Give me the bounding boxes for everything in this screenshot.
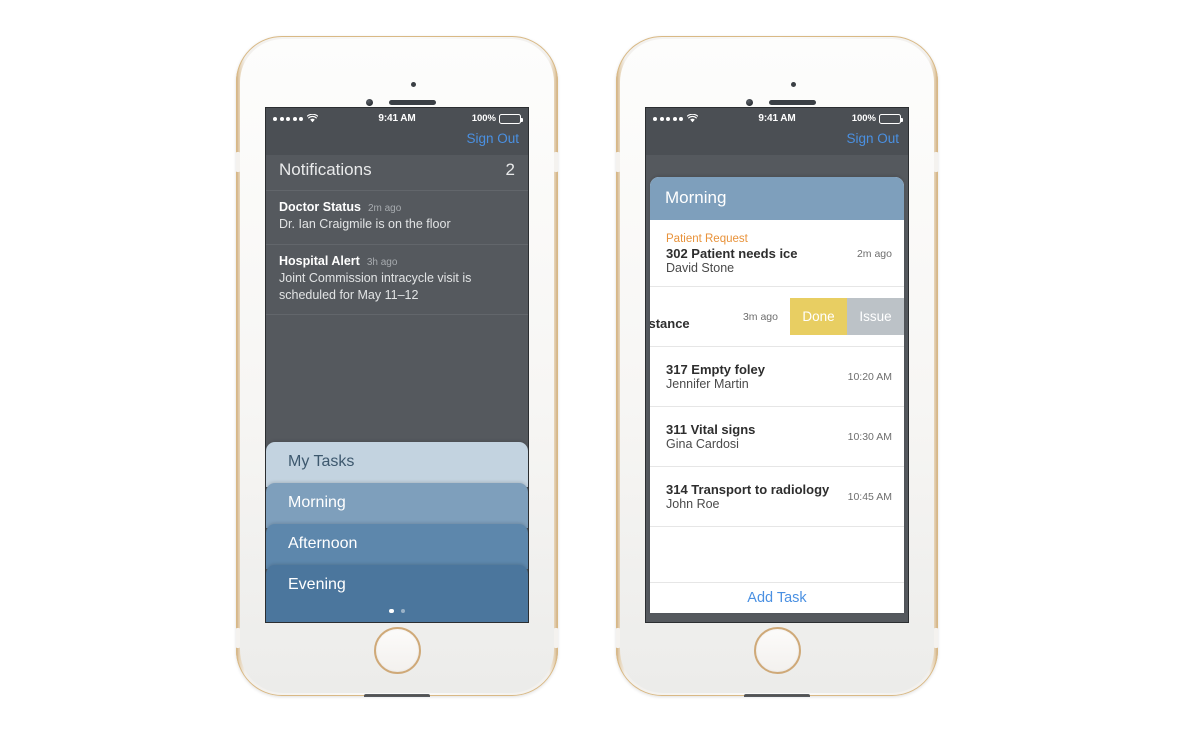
proximity-sensor-icon [791,82,796,87]
page-dot[interactable] [400,608,405,613]
task-row[interactable]: 317 Empty foley Jennifer Martin 10:20 AM [650,347,904,407]
task-card-afternoon[interactable]: Afternoon [266,524,528,569]
battery-percent-label: 100% [851,113,876,124]
notifications-header: Notifications 2 [266,155,528,191]
bottom-speaker-icon [364,694,430,697]
task-content: Patient Request 302 Patient needs ice Da… [666,233,845,275]
task-list-title: Morning [650,177,904,220]
front-camera-icon [746,99,753,106]
status-bar: 9:41 AM 100% [266,108,528,129]
task-list-body[interactable]: Patient Request 302 Patient needs ice Da… [650,222,904,582]
front-camera-icon [366,99,373,106]
antenna-band [616,152,620,172]
notification-item[interactable]: Hospital Alert 3h ago Joint Commission i… [266,245,528,316]
task-description: 302 Patient needs ice [666,246,798,261]
notification-item[interactable]: Doctor Status 2m ago Dr. Ian Craigmile i… [266,191,528,245]
antenna-band [934,152,938,172]
task-description: m assistance [650,315,690,331]
task-content: 311 Vital signs Gina Cardosi [666,422,836,451]
page-indicator [266,608,528,613]
earpiece-speaker-icon [389,100,436,105]
task-card-label: My Tasks [288,453,355,470]
notification-meta: Doctor Status 2m ago [279,200,515,214]
task-list-card: Morning Patient Request 302 Patient need… [650,177,904,613]
task-row-swiped[interactable]: uest m assistance 3m ago Done Issue [650,287,904,347]
screen-right: 9:41 AM 100% Sign Out Morning Patient Re… [645,107,909,623]
task-patient-name: Gina Cardosi [666,437,739,451]
battery-icon [879,113,903,124]
task-content: 317 Empty foley Jennifer Martin [666,362,836,391]
notification-count-badge: 2 [505,160,515,179]
antenna-band [554,152,558,172]
task-card-label: Morning [288,494,346,511]
home-button[interactable] [373,627,421,674]
task-content: uest m assistance 3m ago [650,303,790,331]
bottom-speaker-icon [744,694,810,697]
sign-out-button[interactable]: Sign Out [466,131,519,146]
antenna-band [934,628,938,648]
sign-out-button[interactable]: Sign Out [846,131,899,146]
task-list-screen: Morning Patient Request 302 Patient need… [646,155,908,622]
battery-percent-label: 100% [471,113,496,124]
status-bar-right: 100% [471,113,523,124]
iphone-device-left: 9:41 AM 100% Sign Out Notifications 2 Do… [236,36,558,697]
task-content: 314 Transport to radiology John Roe [666,482,836,511]
task-card-label: Evening [288,576,346,593]
task-row[interactable]: 311 Vital signs Gina Cardosi 10:30 AM [650,407,904,467]
notification-body: Dr. Ian Craigmile is on the floor [279,217,451,231]
task-timestamp: 2m ago [856,248,892,260]
task-card-evening[interactable]: Evening [266,565,528,622]
notification-meta: Hospital Alert 3h ago [279,254,515,268]
page-dot-active[interactable] [389,608,394,613]
task-row[interactable]: 314 Transport to radiology John Roe 10:4… [650,467,904,527]
task-row[interactable]: Patient Request 302 Patient needs ice Da… [650,222,904,287]
notification-timestamp: 3h ago [366,256,398,268]
sign-out-bar: Sign Out [266,129,528,155]
task-timestamp: 10:45 AM [847,490,892,503]
notification-source: Hospital Alert [279,253,360,268]
notification-timestamp: 2m ago [367,203,402,214]
task-card-my-tasks[interactable]: My Tasks [266,442,528,487]
task-patient-name: John Roe [666,497,720,511]
task-description: 314 Transport to radiology [666,482,830,497]
task-kind-label: uest [650,303,731,315]
task-card-stack: My Tasks Morning Afternoon Evening [266,442,528,622]
task-timestamp: 3m ago [742,310,778,323]
task-description: 317 Empty foley [666,362,765,377]
antenna-band [616,628,620,648]
task-card-morning[interactable]: Morning [266,483,528,528]
task-timestamp: 10:20 AM [847,370,892,383]
antenna-band [554,628,558,648]
done-button[interactable]: Done [790,298,847,335]
screen-left: 9:41 AM 100% Sign Out Notifications 2 Do… [265,107,529,623]
task-kind-label: Patient Request [666,233,748,245]
iphone-device-right: 9:41 AM 100% Sign Out Morning Patient Re… [616,36,938,697]
task-patient-name: Jennifer Martin [666,377,749,391]
battery-icon [499,113,523,124]
home-button[interactable] [753,627,801,674]
antenna-band [236,628,240,648]
sign-out-bar: Sign Out [646,129,908,155]
swipe-action-buttons: Done Issue [790,298,904,335]
page-title: Notifications [279,160,372,179]
mockup-stage: 9:41 AM 100% Sign Out Notifications 2 Do… [0,0,1200,755]
notification-body: Joint Commission intracycle visit is sch… [279,270,472,302]
task-patient-name: David Stone [666,261,735,275]
task-description: 311 Vital signs [666,422,756,437]
proximity-sensor-icon [411,82,416,87]
status-bar: 9:41 AM 100% [646,108,908,129]
earpiece-speaker-icon [769,100,816,105]
issue-button[interactable]: Issue [847,298,904,335]
add-task-button[interactable]: Add Task [650,582,904,613]
task-card-label: Afternoon [288,535,358,552]
task-text-clipped: uest m assistance [650,303,731,331]
status-bar-right: 100% [851,113,903,124]
antenna-band [236,152,240,172]
task-timestamp: 10:30 AM [847,430,892,443]
notification-source: Doctor Status [279,200,361,214]
